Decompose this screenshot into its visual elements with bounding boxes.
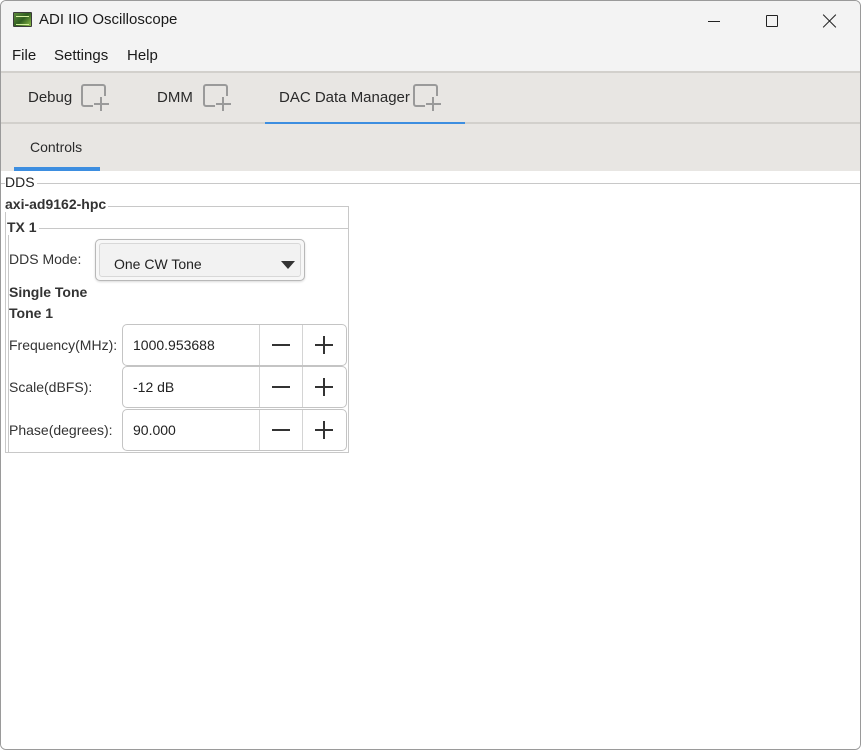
scale-decrement-button[interactable]: [259, 367, 302, 407]
main-tab-bar: Debug DMM DAC Data Manager: [1, 71, 860, 126]
window-title: ADI IIO Oscilloscope: [39, 11, 178, 28]
phase-increment-button[interactable]: [302, 410, 345, 450]
tab-label: DAC Data Manager: [279, 89, 410, 106]
menu-file[interactable]: File: [12, 47, 36, 64]
minus-icon: [272, 429, 290, 431]
menu-bar: File Settings Help: [1, 41, 860, 71]
dds-mode-dropdown[interactable]: One CW Tone: [95, 239, 305, 281]
plus-icon: [315, 336, 333, 354]
scale-spinbox[interactable]: -12 dB: [122, 366, 347, 408]
minimize-icon: [708, 20, 720, 22]
tab-label: Debug: [28, 89, 73, 106]
tab-controls[interactable]: Controls: [14, 124, 100, 171]
frequency-input[interactable]: 1000.953688: [133, 337, 215, 353]
triangle-down-icon: [281, 261, 295, 269]
menu-help[interactable]: Help: [127, 47, 158, 64]
title-bar: ADI IIO Oscilloscope: [1, 1, 860, 41]
minus-icon: [272, 386, 290, 388]
tab-dac-data-manager[interactable]: DAC Data Manager: [265, 73, 465, 126]
tab-dmm[interactable]: DMM: [143, 73, 253, 124]
controls-panel: DDS axi-ad9162-hpc TX 1 DDS Mode: One CW…: [1, 171, 860, 749]
scale-input[interactable]: -12 dB: [133, 379, 174, 395]
tab-debug[interactable]: Debug: [14, 73, 129, 124]
maximize-icon: [766, 15, 778, 27]
menu-settings[interactable]: Settings: [54, 47, 108, 64]
device-label: axi-ad9162-hpc: [5, 196, 109, 212]
channel-label: TX 1: [7, 219, 39, 235]
add-window-icon[interactable]: [81, 84, 111, 112]
add-window-icon[interactable]: [203, 84, 233, 112]
add-window-icon[interactable]: [413, 84, 443, 112]
plus-icon: [315, 378, 333, 396]
tab-label: DMM: [157, 89, 193, 106]
maximize-button[interactable]: [743, 1, 801, 41]
frequency-increment-button[interactable]: [302, 325, 345, 365]
dds-section-label: DDS: [5, 174, 37, 190]
section-divider: [1, 183, 860, 184]
minimize-button[interactable]: [685, 1, 743, 41]
scale-label: Scale(dBFS):: [9, 379, 93, 395]
minus-icon: [272, 344, 290, 346]
dds-mode-label: DDS Mode:: [9, 251, 82, 267]
phase-input[interactable]: 90.000: [133, 422, 176, 438]
frequency-label: Frequency(MHz):: [9, 337, 118, 353]
single-tone-heading: Single Tone: [9, 284, 88, 300]
phase-decrement-button[interactable]: [259, 410, 302, 450]
close-icon: [823, 14, 837, 28]
phase-spinbox[interactable]: 90.000: [122, 409, 347, 451]
close-button[interactable]: [801, 1, 859, 41]
app-window: ADI IIO Oscilloscope File Settings Help …: [0, 0, 861, 750]
sub-tab-bar: Controls: [1, 124, 860, 171]
plus-icon: [315, 421, 333, 439]
app-icon: [13, 12, 32, 27]
dds-mode-value: One CW Tone: [114, 256, 202, 272]
scale-increment-button[interactable]: [302, 367, 345, 407]
tone-heading: Tone 1: [9, 305, 54, 321]
tab-label: Controls: [30, 139, 83, 155]
phase-label: Phase(degrees):: [9, 422, 113, 438]
dropdown-face: One CW Tone: [99, 243, 301, 277]
frequency-decrement-button[interactable]: [259, 325, 302, 365]
frequency-spinbox[interactable]: 1000.953688: [122, 324, 347, 366]
